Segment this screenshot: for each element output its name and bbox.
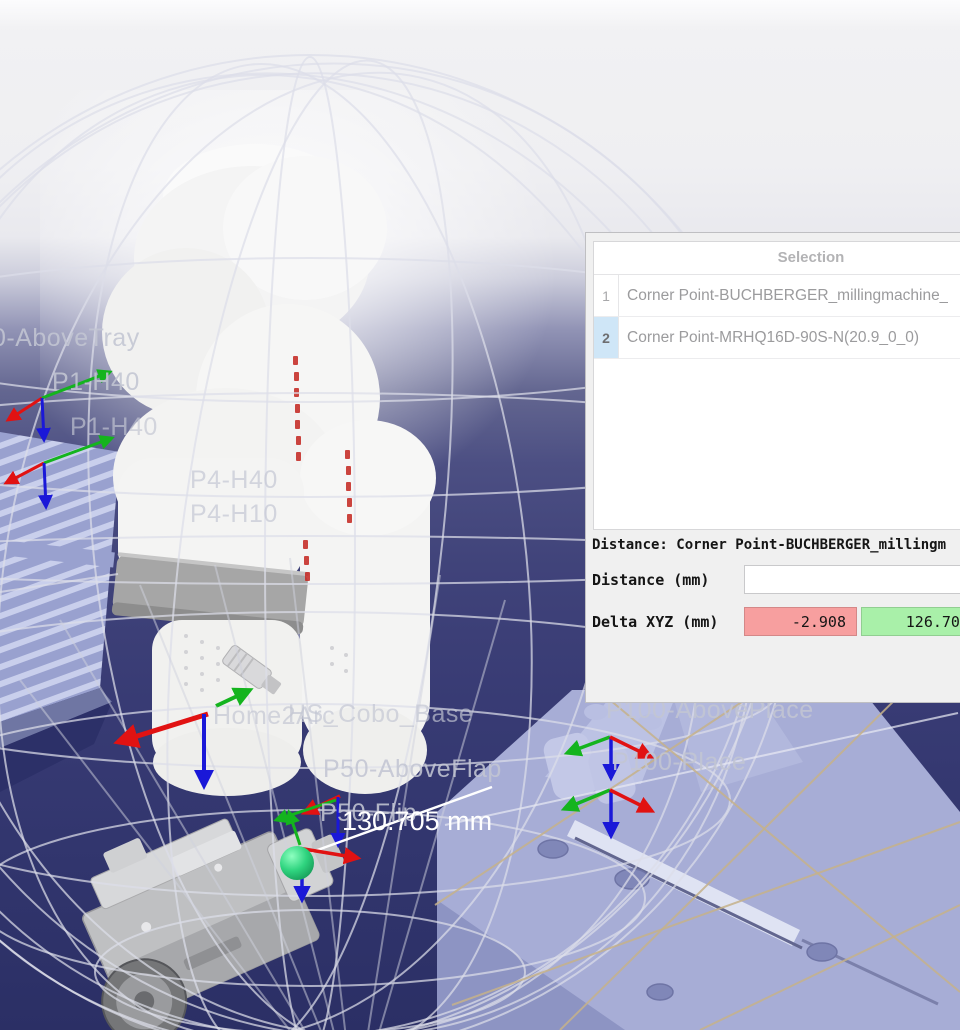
label-cobo-base: HS_Cobo_Base <box>288 700 473 729</box>
delta-label: Delta XYZ (mm) <box>592 613 718 631</box>
row-number: 2 <box>594 317 619 358</box>
measurement-value-label: 130.705 mm <box>342 806 492 837</box>
selection-list-title: Selection <box>594 242 960 275</box>
label-p100-place: P100-Place <box>612 748 746 777</box>
delta-x-field[interactable]: -2.908 <box>744 607 857 636</box>
distance-value-field[interactable] <box>744 565 960 594</box>
label-p1-h40-a: P1-H40 <box>52 368 140 397</box>
row-label: Corner Point-MRHQ16D-90S-N(20.9_0_0) <box>619 329 919 347</box>
label-p1-h40-b: P1-H40 <box>70 413 158 442</box>
p100-place-triad[interactable] <box>564 790 652 836</box>
label-p4-h10: P4-H10 <box>190 500 278 529</box>
selection-list: Selection 1 Corner Point-BUCHBERGER_mill… <box>593 241 960 530</box>
label-above-tray: 0-AboveTray <box>0 324 140 353</box>
target-sphere[interactable] <box>280 846 314 880</box>
label-p4-h40: P4-H40 <box>190 466 278 495</box>
row-number: 1 <box>594 275 619 316</box>
p1-h40-triad-b[interactable] <box>6 438 112 507</box>
viewport-3d[interactable]: 0-AboveTray P1-H40 P1-H40 P4-H40 P4-H10 … <box>0 0 960 1030</box>
distance-summary: Distance: Corner Point-BUCHBERGER_millin… <box>592 537 960 553</box>
row-label: Corner Point-BUCHBERGER_millingmachine_ <box>619 287 948 305</box>
selection-row-1[interactable]: 1 Corner Point-BUCHBERGER_millingmachine… <box>594 275 960 317</box>
distance-row: Distance (mm) <box>592 565 960 595</box>
selection-row-2[interactable]: 2 Corner Point-MRHQ16D-90S-N(20.9_0_0) <box>594 317 960 359</box>
label-p50-aboveflap: P50-AboveFlap <box>323 755 502 784</box>
distance-label: Distance (mm) <box>592 571 709 589</box>
measure-section: Distance: Corner Point-BUCHBERGER_millin… <box>592 537 960 637</box>
selection-panel: Selection 1 Corner Point-BUCHBERGER_mill… <box>585 232 960 703</box>
delta-y-field[interactable]: 126.704 <box>861 607 960 636</box>
delta-row: Delta XYZ (mm) -2.908 126.704 <box>592 607 960 637</box>
